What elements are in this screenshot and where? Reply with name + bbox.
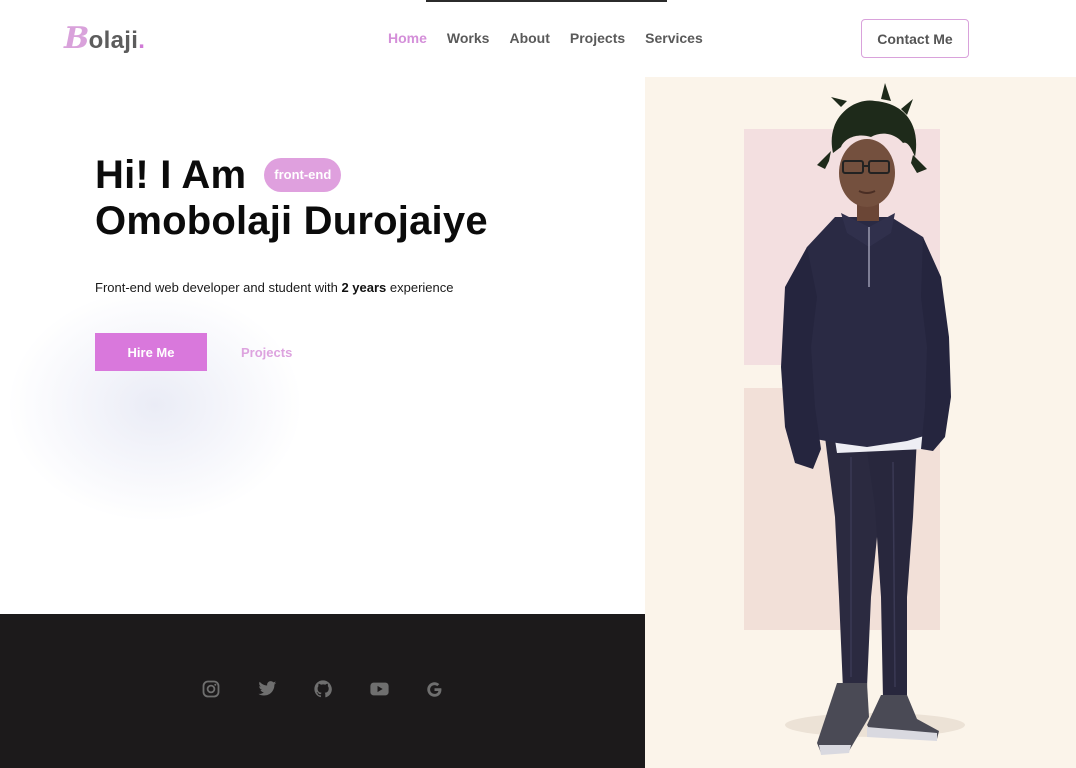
instagram-icon[interactable] [200,678,256,700]
google-icon[interactable] [424,678,480,700]
hire-me-button[interactable]: Hire Me [95,333,207,371]
nav-projects[interactable]: Projects [570,30,625,46]
nav-services[interactable]: Services [645,30,703,46]
nav-about[interactable]: About [509,30,549,46]
main-nav: Home Works About Projects Services [388,30,723,46]
hero-subtitle-post: experience [386,280,454,295]
nav-works[interactable]: Works [447,30,490,46]
contact-me-button[interactable]: Contact Me [861,19,969,58]
hero-subtitle-bold: 2 years [341,280,387,295]
hero-title: Hi! I Am front-end Omobolaji Durojaiye [95,152,488,244]
github-icon[interactable] [312,678,368,700]
role-badge: front-end [264,158,342,192]
page: Bolaji. Home Works About Projects Servic… [0,0,1076,768]
portrait-illustration-panel [645,77,1076,768]
hero-subtitle-pre: Front-end web developer and student with [95,280,342,295]
logo-dot: . [138,27,146,54]
hero-subtitle: Front-end web developer and student with… [95,280,453,295]
logo-text: olaji [88,27,139,54]
youtube-icon[interactable] [368,678,424,700]
hero-name: Omobolaji Durojaiye [95,199,488,243]
projects-link[interactable]: Projects [241,345,292,360]
social-links [200,678,480,700]
top-strip [426,0,667,2]
hero-greeting: Hi! I Am [95,153,247,197]
character-illustration [744,83,965,755]
nav-home[interactable]: Home [388,30,427,46]
twitter-icon[interactable] [256,678,312,700]
logo[interactable]: Bolaji. [64,24,145,55]
hero-line-greeting: Hi! I Am front-end [95,152,488,198]
logo-initial: B [64,21,90,56]
background-glow [10,290,300,520]
